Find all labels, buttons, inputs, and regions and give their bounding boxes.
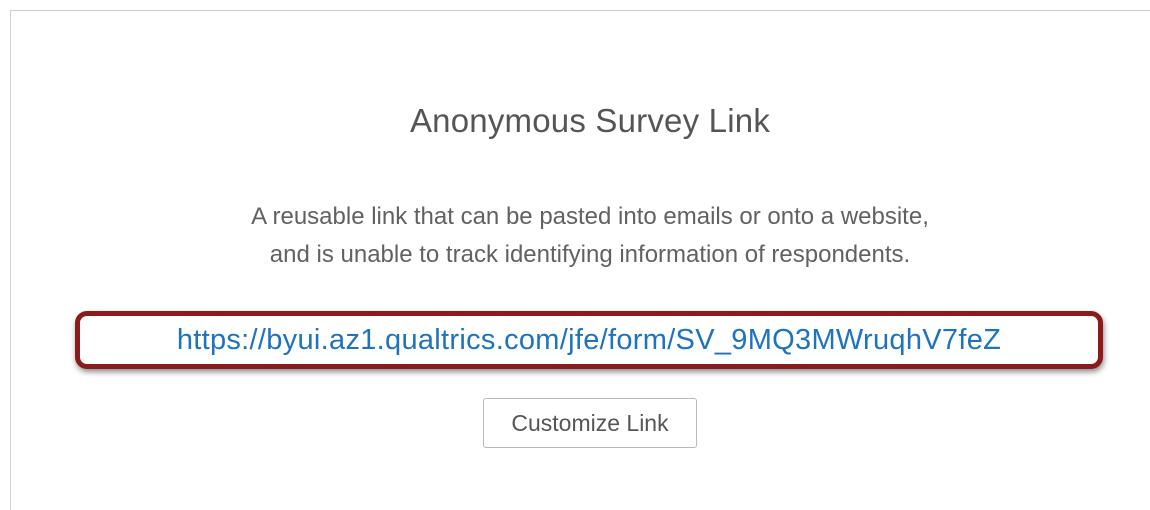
customize-link-button[interactable]: Customize Link xyxy=(483,398,697,448)
dialog-title: Anonymous Survey Link xyxy=(409,102,771,139)
description-line-2: and is unable to track identifying infor… xyxy=(269,241,911,268)
survey-link-highlight: https://byui.az1.qualtrics.com/jfe/form/… xyxy=(75,311,1103,369)
description-line-1: A reusable link that can be pasted into … xyxy=(251,203,929,230)
dialog-description: A reusable link that can be pasted into … xyxy=(0,198,1150,274)
survey-link[interactable]: https://byui.az1.qualtrics.com/jfe/form/… xyxy=(177,324,1001,357)
